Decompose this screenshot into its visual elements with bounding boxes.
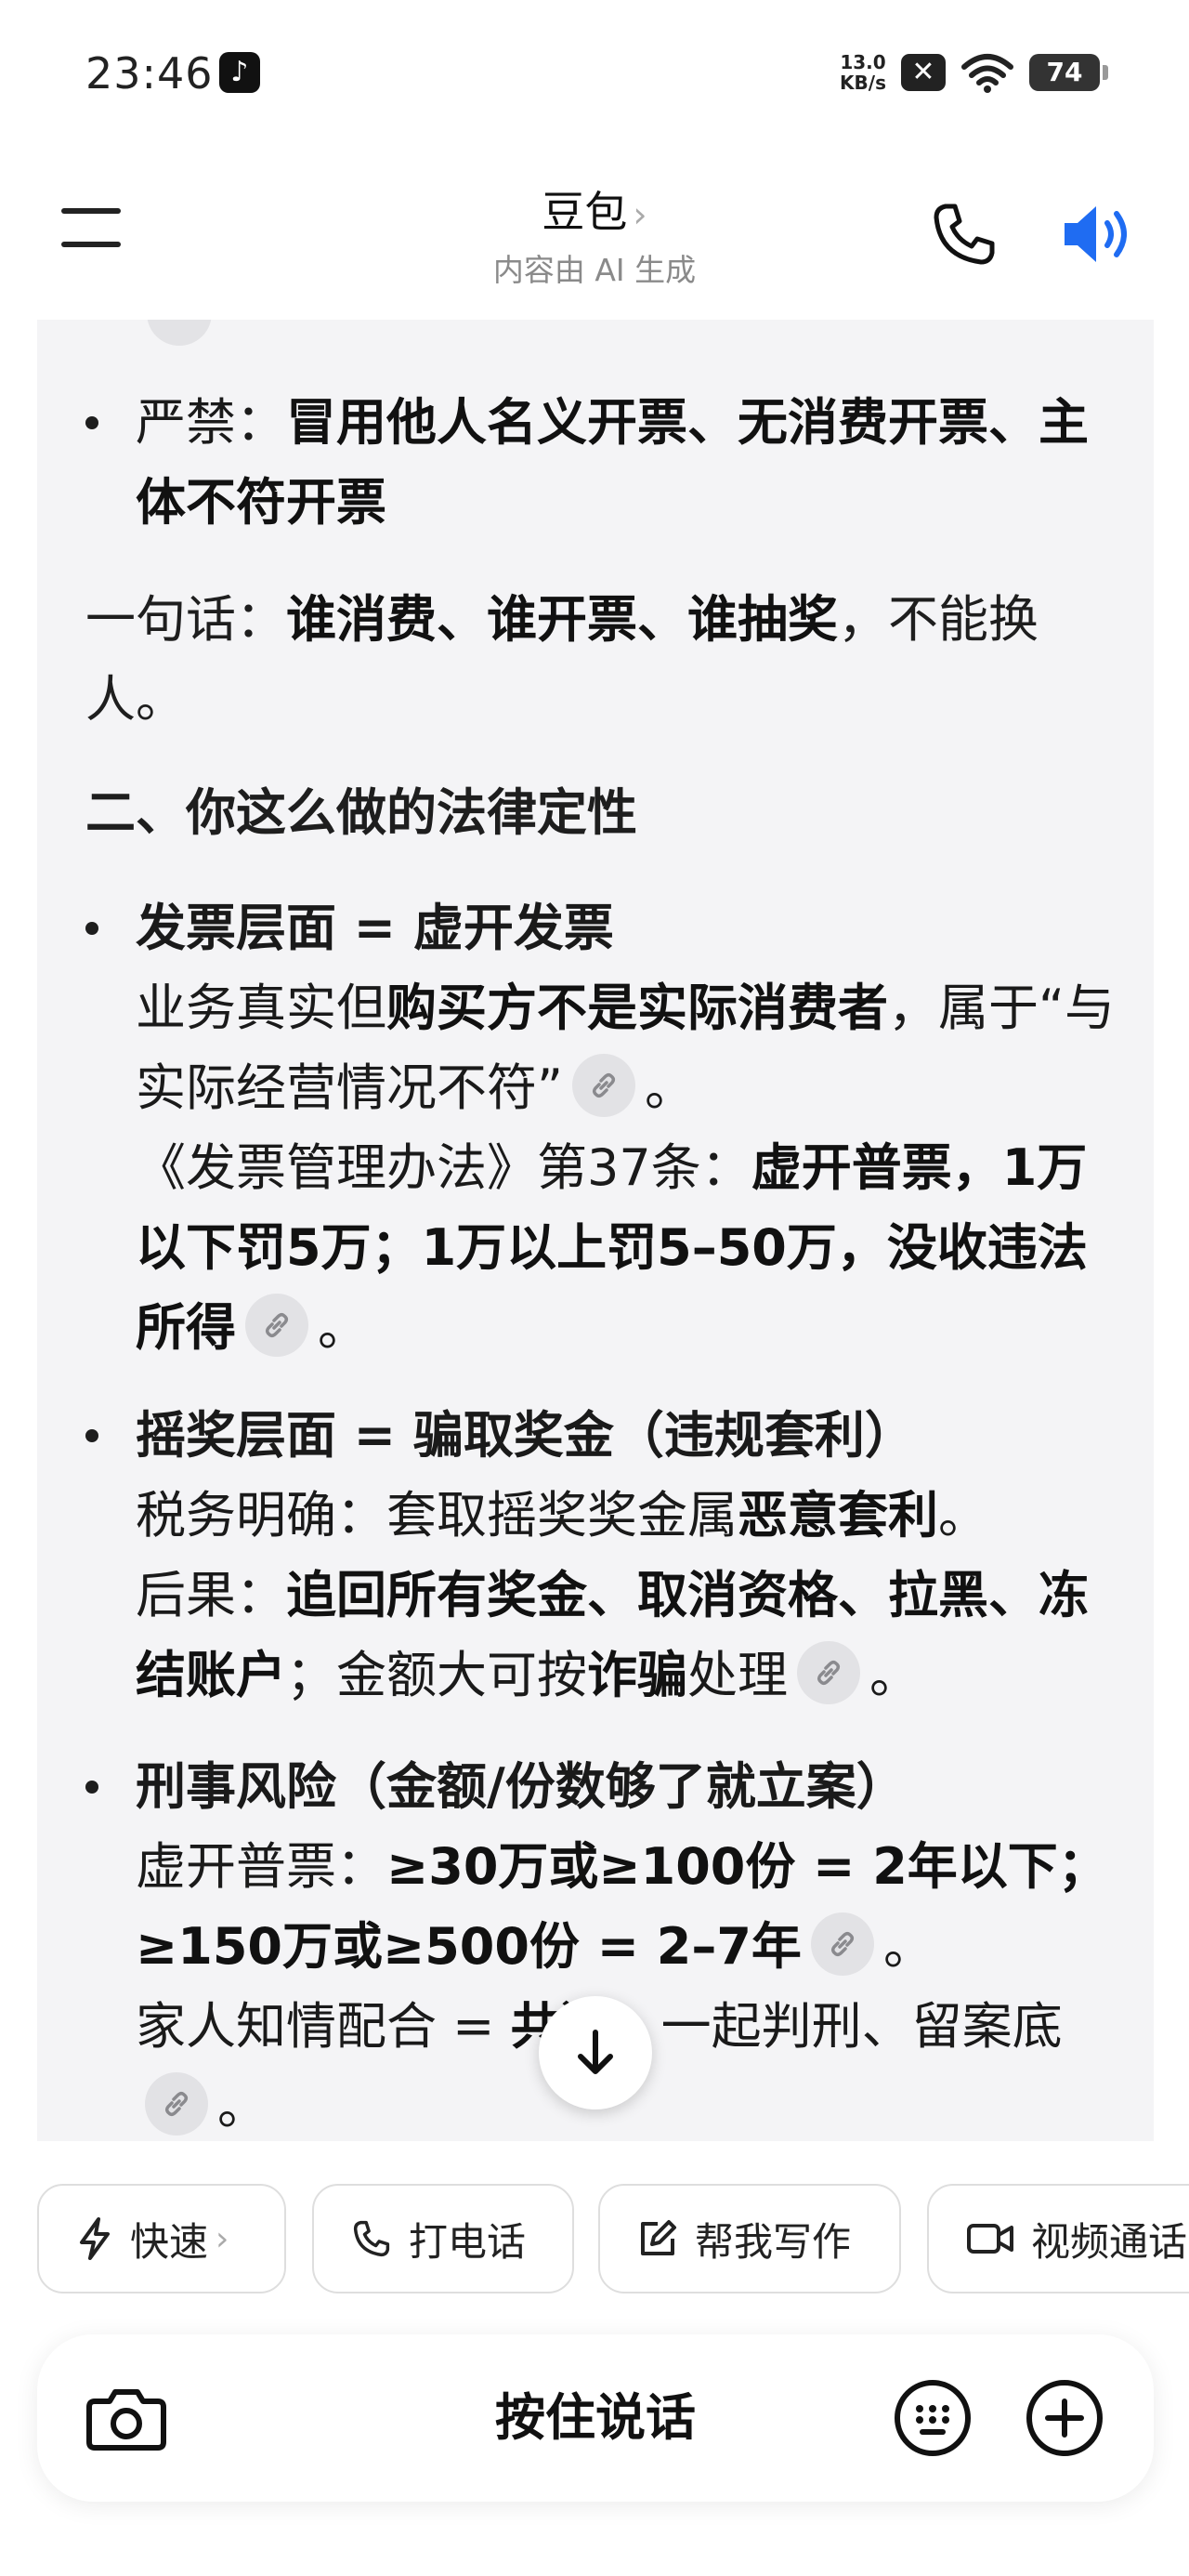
chat-title[interactable]: 豆包	[542, 187, 627, 237]
keyboard-icon[interactable]	[892, 2377, 973, 2459]
status-bar: 23:46 ♪ 13.0 KB/s ✕ 74	[0, 0, 1189, 149]
section-heading: 二、你这么做的法律定性	[85, 783, 637, 842]
chip-fast-mode[interactable]: 快速 ›	[37, 2184, 286, 2293]
ai-message-content: 严禁：冒用他人名义开票、无消费开票、主体不符开票 一句话：谁消费、谁开票、谁抽奖…	[37, 320, 1154, 2141]
citation-link-icon[interactable]	[147, 320, 212, 346]
camera-icon[interactable]	[82, 2373, 171, 2463]
chat-title-area[interactable]: 豆包 › 内容由 AI 生成	[0, 178, 1189, 290]
citation-link-icon[interactable]	[797, 1641, 860, 1705]
wifi-icon	[961, 54, 1013, 93]
arrow-down-icon	[578, 2030, 613, 2074]
chip-writing-assistant[interactable]: 帮我写作	[598, 2184, 901, 2293]
status-time: 23:46	[85, 48, 214, 99]
speaker-icon[interactable]	[1059, 199, 1137, 269]
list-item: 摇奖层面 = 骗取奖金（违规套利） 税务明确：套取摇奖奖金属恶意套利。 后果：追…	[85, 1396, 1117, 1715]
lightning-icon	[80, 2217, 110, 2260]
message-input-bar: 按住说话	[37, 2334, 1154, 2502]
chip-video-call[interactable]: 视频通话	[927, 2184, 1189, 2293]
citation-link-icon[interactable]	[810, 1912, 874, 1977]
hold-to-talk-button[interactable]	[334, 2362, 817, 2474]
citation-link-icon[interactable]	[245, 1294, 308, 1358]
citation-link-icon[interactable]	[571, 1054, 635, 1118]
battery-indicator: 74	[1029, 54, 1108, 91]
list-item: 发票层面 = 虚开发票 业务真实但购买方不是实际消费者，属于“与实际经营情况不符…	[85, 888, 1117, 1368]
network-speed: 13.0 KB/s	[840, 51, 886, 94]
status-indicators: 13.0 KB/s ✕ 74	[840, 50, 1108, 95]
chat-header: 豆包 › 内容由 AI 生成	[0, 158, 1189, 316]
phone-icon	[353, 2220, 390, 2257]
scroll-to-bottom-button[interactable]	[539, 1996, 652, 2109]
plus-icon[interactable]	[1024, 2377, 1105, 2459]
no-sim-icon: ✕	[901, 54, 946, 91]
list-item: 严禁：冒用他人名义开票、无消费开票、主体不符开票	[85, 383, 1117, 543]
video-icon	[967, 2224, 1013, 2254]
quick-action-chips: 快速 › 打电话 帮我写作 视频通话	[37, 2184, 1189, 2297]
ai-disclaimer: 内容由 AI 生成	[492, 252, 697, 288]
phone-call-icon[interactable]	[929, 199, 1000, 269]
citation-link-icon[interactable]	[145, 2072, 208, 2136]
chip-make-call[interactable]: 打电话	[312, 2184, 574, 2293]
edit-icon	[641, 2220, 676, 2255]
title-chevron-icon: ›	[633, 194, 647, 235]
summary-paragraph: 一句话：谁消费、谁开票、谁抽奖，不能换人。	[85, 590, 1039, 729]
tiktok-notification-icon: ♪	[219, 52, 260, 93]
